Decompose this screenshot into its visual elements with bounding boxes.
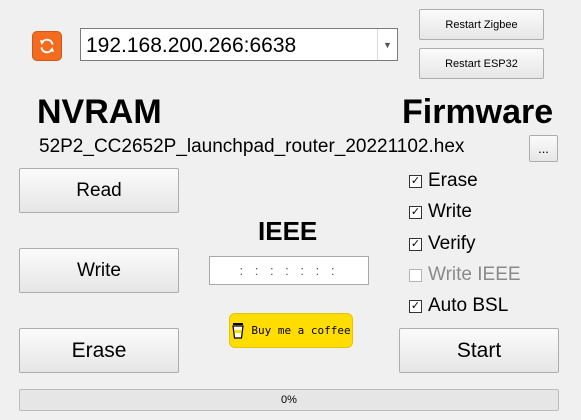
- ieee-label: IEEE: [258, 216, 318, 246]
- read-button[interactable]: Read: [19, 168, 179, 213]
- start-button[interactable]: Start: [399, 328, 559, 373]
- write-ieee-checkbox: Write IEEE: [409, 264, 521, 286]
- write-button[interactable]: Write: [19, 248, 179, 293]
- checkbox-box[interactable]: ✓: [409, 205, 422, 219]
- progress-label: 0%: [281, 394, 297, 406]
- checkbox-box[interactable]: ✓: [409, 299, 422, 313]
- checkbox-box: [409, 268, 422, 282]
- checkbox-label: Erase: [428, 170, 478, 191]
- checkbox-label: Verify: [428, 233, 476, 254]
- coffee-label: Buy me a coffee: [251, 324, 351, 337]
- auto-bsl-checkbox[interactable]: ✓ Auto BSL: [409, 295, 508, 317]
- checkbox-box[interactable]: ✓: [409, 237, 422, 251]
- buy-me-a-coffee-button[interactable]: Buy me a coffee: [229, 313, 353, 348]
- write-checkbox[interactable]: ✓ Write: [409, 201, 472, 223]
- coffee-cup-icon: [232, 323, 245, 339]
- firmware-filename: 52P2_CC2652P_launchpad_router_20221102.h…: [39, 136, 465, 157]
- refresh-icon: [40, 38, 54, 54]
- restart-zigbee-button[interactable]: Restart Zigbee: [419, 9, 544, 40]
- browse-button[interactable]: ...: [529, 135, 558, 162]
- checkbox-label: Write: [428, 201, 472, 222]
- erase-checkbox[interactable]: ✓ Erase: [409, 170, 478, 192]
- chevron-down-icon[interactable]: ▼: [377, 29, 397, 60]
- address-combobox[interactable]: 192.168.200.266:6638 ▼: [80, 28, 398, 61]
- checkbox-label: Write IEEE: [428, 264, 521, 285]
- progress-bar: 0%: [19, 389, 559, 411]
- checkbox-label: Auto BSL: [428, 295, 509, 316]
- checkbox-box[interactable]: ✓: [409, 174, 422, 188]
- firmware-title: Firmware: [402, 93, 554, 131]
- restart-esp32-button[interactable]: Restart ESP32: [419, 48, 544, 79]
- address-value: 192.168.200.266:6638: [86, 34, 297, 57]
- verify-checkbox[interactable]: ✓ Verify: [409, 233, 476, 255]
- refresh-button[interactable]: [32, 31, 62, 61]
- nvram-title: NVRAM: [37, 93, 162, 131]
- ieee-address-input[interactable]: : : : : : : :: [209, 256, 369, 285]
- erase-button[interactable]: Erase: [19, 328, 179, 373]
